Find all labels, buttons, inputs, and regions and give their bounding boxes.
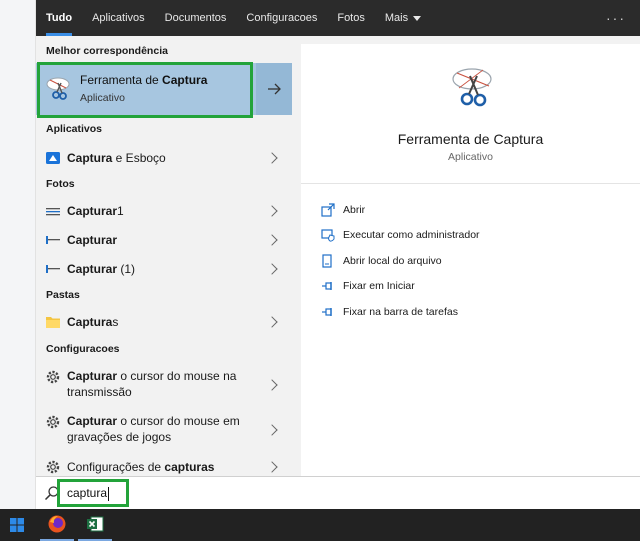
list-item[interactable]: Configurações de capturas [36, 456, 292, 478]
chevron-right-icon [266, 461, 278, 473]
action-open[interactable]: Abrir [321, 201, 365, 219]
image-file-icon [46, 265, 60, 273]
section-header-best-match: Melhor correspondência [46, 45, 168, 57]
preview-subtitle: Aplicativo [448, 151, 493, 163]
image-file-icon [46, 208, 60, 216]
filter-tabs: Tudo Aplicativos Documentos Configuracoe… [36, 0, 640, 36]
chevron-right-icon [266, 316, 278, 328]
tab-documentos[interactable]: Documentos [155, 0, 237, 36]
excel-icon [87, 516, 104, 532]
tab-configuracoes[interactable]: Configuracoes [236, 0, 327, 36]
taskbar [0, 509, 640, 541]
list-item[interactable]: Capturar (1) [36, 258, 292, 280]
chevron-right-icon [266, 379, 278, 391]
search-input[interactable]: captura [67, 486, 110, 501]
best-match-item: Ferramenta de Captura Aplicativo [36, 63, 292, 115]
tab-fotos[interactable]: Fotos [327, 0, 375, 36]
chevron-right-icon [266, 234, 278, 246]
chevron-right-icon [266, 205, 278, 217]
chevron-right-icon [266, 263, 278, 275]
pin-icon [322, 308, 332, 316]
snip-sketch-icon [46, 152, 60, 164]
preview-pane: Ferramenta de Captura Aplicativo Abrir E… [301, 44, 640, 476]
more-options-button[interactable]: ··· [606, 0, 626, 36]
taskbar-firefox[interactable] [40, 509, 74, 541]
folder-icon [46, 317, 60, 328]
section-header-folders: Pastas [46, 289, 80, 301]
text-cursor [108, 486, 110, 501]
best-match-title: Ferramenta de Captura [80, 73, 208, 87]
file-location-icon [322, 254, 332, 268]
image-file-icon [46, 236, 60, 244]
action-pin-to-start[interactable]: Fixar em Iniciar [321, 277, 415, 295]
admin-shield-icon [321, 229, 335, 242]
tab-aplicativos[interactable]: Aplicativos [82, 0, 155, 36]
snipping-tool-icon [46, 77, 70, 100]
list-item[interactable]: Capturar o cursor do mouse em gravações d… [36, 411, 292, 449]
chevron-down-icon [413, 15, 422, 21]
snipping-tool-icon [452, 68, 492, 107]
list-item[interactable]: Capturar1 [36, 200, 292, 222]
action-run-as-admin[interactable]: Executar como administrador [321, 226, 480, 244]
list-item[interactable]: Capturas [36, 311, 292, 333]
action-pin-to-taskbar[interactable]: Fixar na barra de tarefas [321, 303, 458, 321]
section-header-settings: Configuracoes [46, 343, 120, 355]
firefox-icon [48, 515, 66, 533]
windows-start-icon [10, 518, 24, 532]
section-header-photos: Fotos [46, 178, 75, 190]
best-match-subtitle: Aplicativo [80, 92, 125, 104]
best-match-open[interactable]: Ferramenta de Captura Aplicativo [36, 63, 256, 115]
gear-icon [46, 415, 60, 429]
arrow-right-icon [268, 83, 281, 95]
section-header-apps: Aplicativos [46, 123, 103, 135]
start-button[interactable] [0, 509, 34, 541]
preview-header: Ferramenta de Captura Aplicativo [301, 44, 640, 184]
pin-icon [322, 282, 332, 290]
best-match-expand-button[interactable] [256, 63, 292, 115]
list-item[interactable]: Capturar [36, 229, 292, 251]
results-list: Melhor correspondência Ferramenta de Cap… [36, 36, 292, 476]
action-open-file-location[interactable]: Abrir local do arquivo [321, 252, 442, 270]
taskbar-excel[interactable] [78, 509, 112, 541]
tab-tudo[interactable]: Tudo [36, 0, 82, 36]
gear-icon [46, 460, 60, 474]
list-item[interactable]: Captura e Esboço [36, 147, 292, 169]
desktop-background [0, 0, 36, 509]
list-item[interactable]: Capturar o cursor do mouse na transmissão [36, 366, 292, 404]
gear-icon [46, 370, 60, 384]
tab-mais[interactable]: Mais [375, 0, 431, 36]
chevron-right-icon [266, 152, 278, 164]
search-panel: Tudo Aplicativos Documentos Configuracoe… [36, 0, 640, 509]
chevron-right-icon [266, 424, 278, 436]
search-icon [44, 486, 59, 501]
open-icon [321, 203, 335, 217]
preview-title: Ferramenta de Captura [397, 131, 544, 147]
search-bar[interactable]: captura [36, 476, 640, 509]
